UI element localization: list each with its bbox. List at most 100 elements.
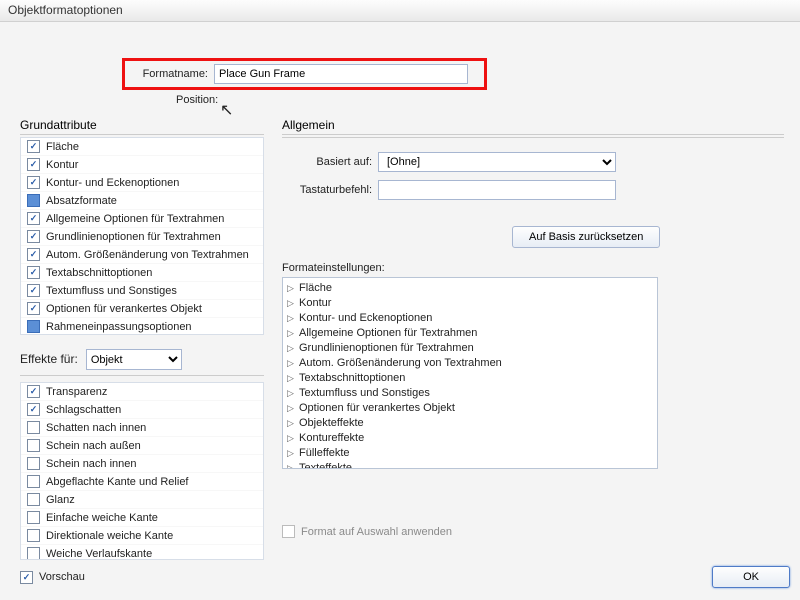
tree-item[interactable]: Kontur bbox=[285, 295, 655, 310]
list-item-label: Direktionale weiche Kante bbox=[46, 530, 173, 542]
checkbox-icon[interactable] bbox=[27, 284, 40, 297]
checkbox-icon[interactable] bbox=[27, 511, 40, 524]
list-item[interactable]: Abgeflachte Kante und Relief bbox=[21, 473, 263, 491]
apply-label: Format auf Auswahl anwenden bbox=[301, 526, 452, 538]
formatname-input[interactable] bbox=[214, 64, 468, 84]
list-item[interactable]: Transparenz bbox=[21, 383, 263, 401]
reset-button[interactable]: Auf Basis zurücksetzen bbox=[512, 226, 660, 248]
tree-item[interactable]: Objekteffekte bbox=[285, 415, 655, 430]
list-item-label: Schatten nach innen bbox=[46, 422, 146, 434]
list-item-label: Schein nach innen bbox=[46, 458, 137, 470]
tree-item[interactable]: Autom. Größenänderung von Textrahmen bbox=[285, 355, 655, 370]
list-item[interactable]: Direktionale weiche Kante bbox=[21, 527, 263, 545]
list-item-label: Grundlinienoptionen für Textrahmen bbox=[46, 231, 221, 243]
list-item-label: Textumfluss und Sonstiges bbox=[46, 285, 177, 297]
tree-item[interactable]: Kontur- und Eckenoptionen bbox=[285, 310, 655, 325]
formatname-label: Formatname: bbox=[136, 68, 208, 80]
tree-item[interactable]: Kontureffekte bbox=[285, 430, 655, 445]
list-item-label: Schlagschatten bbox=[46, 404, 121, 416]
shortcut-label: Tastaturbefehl: bbox=[282, 184, 372, 196]
list-item-label: Schein nach außen bbox=[46, 440, 141, 452]
checkbox-icon[interactable] bbox=[27, 158, 40, 171]
list-item[interactable]: Einfache weiche Kante bbox=[21, 509, 263, 527]
effects-for-label: Effekte für: bbox=[20, 352, 78, 366]
based-on-label: Basiert auf: bbox=[282, 156, 372, 168]
list-item-label: Absatzformate bbox=[46, 195, 117, 207]
list-item-label: Transparenz bbox=[46, 386, 107, 398]
list-item[interactable]: Schein nach innen bbox=[21, 455, 263, 473]
list-item[interactable]: Textabschnittoptionen bbox=[21, 264, 263, 282]
list-item[interactable]: Schein nach außen bbox=[21, 437, 263, 455]
list-item-label: Einfache weiche Kante bbox=[46, 512, 158, 524]
list-item[interactable]: Kontur bbox=[21, 156, 263, 174]
list-item-label: Kontur bbox=[46, 159, 78, 171]
checkbox-icon[interactable] bbox=[27, 493, 40, 506]
list-item-label: Optionen für verankertes Objekt bbox=[46, 303, 202, 315]
tree-item[interactable]: Textabschnittoptionen bbox=[285, 370, 655, 385]
preview-checkbox[interactable] bbox=[20, 571, 33, 584]
tree-item[interactable]: Allgemeine Optionen für Textrahmen bbox=[285, 325, 655, 340]
tree-item[interactable]: Texteffekte bbox=[285, 460, 655, 469]
tree-item[interactable]: Optionen für verankertes Objekt bbox=[285, 400, 655, 415]
checkbox-icon[interactable] bbox=[27, 385, 40, 398]
checkbox-icon[interactable] bbox=[27, 529, 40, 542]
list-item[interactable]: Fläche bbox=[21, 138, 263, 156]
list-item-label: Kontur- und Eckenoptionen bbox=[46, 177, 179, 189]
checkbox-icon[interactable] bbox=[27, 547, 40, 560]
tree-item[interactable]: Textumfluss und Sonstiges bbox=[285, 385, 655, 400]
checkbox-icon[interactable] bbox=[27, 439, 40, 452]
apply-checkbox bbox=[282, 525, 295, 538]
list-item-label: Abgeflachte Kante und Relief bbox=[46, 476, 189, 488]
list-item-label: Textabschnittoptionen bbox=[46, 267, 152, 279]
checkbox-icon[interactable] bbox=[27, 140, 40, 153]
checkbox-icon[interactable] bbox=[27, 248, 40, 261]
list-item-label: Rahmeneinpassungsoptionen bbox=[46, 321, 192, 333]
tree-item[interactable]: Fülleffekte bbox=[285, 445, 655, 460]
dialog-body: Formatname: Position: ↖ Grundattribute F… bbox=[0, 22, 800, 600]
list-item-label: Glanz bbox=[46, 494, 75, 506]
window-title: Objektformatoptionen bbox=[0, 0, 800, 22]
general-title: Allgemein bbox=[282, 118, 784, 135]
checkbox-icon[interactable] bbox=[27, 194, 40, 207]
list-item[interactable]: Glanz bbox=[21, 491, 263, 509]
list-item-label: Weiche Verlaufskante bbox=[46, 548, 152, 560]
ok-button[interactable]: OK bbox=[712, 566, 790, 588]
cursor-icon: ↖ bbox=[220, 100, 233, 120]
checkbox-icon[interactable] bbox=[27, 266, 40, 279]
effects-list[interactable]: Transparenz Schlagschatten Schatten nach i… bbox=[20, 382, 264, 560]
based-on-select[interactable]: [Ohne] bbox=[378, 152, 616, 172]
list-item[interactable]: Textumfluss und Sonstiges bbox=[21, 282, 263, 300]
list-item[interactable]: Absatzformate bbox=[21, 192, 263, 210]
shortcut-input[interactable] bbox=[378, 180, 616, 200]
list-item[interactable]: Grundlinienoptionen für Textrahmen bbox=[21, 228, 263, 246]
checkbox-icon[interactable] bbox=[27, 475, 40, 488]
preview-label: Vorschau bbox=[39, 571, 85, 583]
checkbox-icon[interactable] bbox=[27, 421, 40, 434]
checkbox-icon[interactable] bbox=[27, 403, 40, 416]
list-item-label: Autom. Größenänderung von Textrahmen bbox=[46, 249, 249, 261]
list-item[interactable]: Schatten nach innen bbox=[21, 419, 263, 437]
list-item[interactable]: Kontur- und Eckenoptionen bbox=[21, 174, 263, 192]
checkbox-icon[interactable] bbox=[27, 176, 40, 189]
checkbox-icon[interactable] bbox=[27, 230, 40, 243]
format-settings-label: Formateinstellungen: bbox=[282, 262, 784, 274]
list-item-label: Fläche bbox=[46, 141, 79, 153]
checkbox-icon[interactable] bbox=[27, 212, 40, 225]
list-item[interactable]: Allgemeine Optionen für Textrahmen bbox=[21, 210, 263, 228]
list-item-label: Allgemeine Optionen für Textrahmen bbox=[46, 213, 224, 225]
basic-attributes-title: Grundattribute bbox=[20, 118, 264, 135]
checkbox-icon[interactable] bbox=[27, 457, 40, 470]
list-item[interactable]: Schlagschatten bbox=[21, 401, 263, 419]
list-item[interactable]: Autom. Größenänderung von Textrahmen bbox=[21, 246, 263, 264]
checkbox-icon[interactable] bbox=[27, 320, 40, 333]
format-settings-tree[interactable]: FlächeKonturKontur- und EckenoptionenAll… bbox=[282, 277, 658, 469]
position-label: Position: bbox=[176, 94, 218, 106]
list-item[interactable]: Weiche Verlaufskante bbox=[21, 545, 263, 560]
tree-item[interactable]: Grundlinienoptionen für Textrahmen bbox=[285, 340, 655, 355]
tree-item[interactable]: Fläche bbox=[285, 280, 655, 295]
effects-target-select[interactable]: Objekt bbox=[86, 349, 182, 370]
checkbox-icon[interactable] bbox=[27, 302, 40, 315]
basic-attributes-list[interactable]: Fläche Kontur Kontur- und Eckenoptionen Abs… bbox=[20, 137, 264, 335]
list-item[interactable]: Optionen für verankertes Objekt bbox=[21, 300, 263, 318]
list-item[interactable]: Rahmeneinpassungsoptionen bbox=[21, 318, 263, 335]
